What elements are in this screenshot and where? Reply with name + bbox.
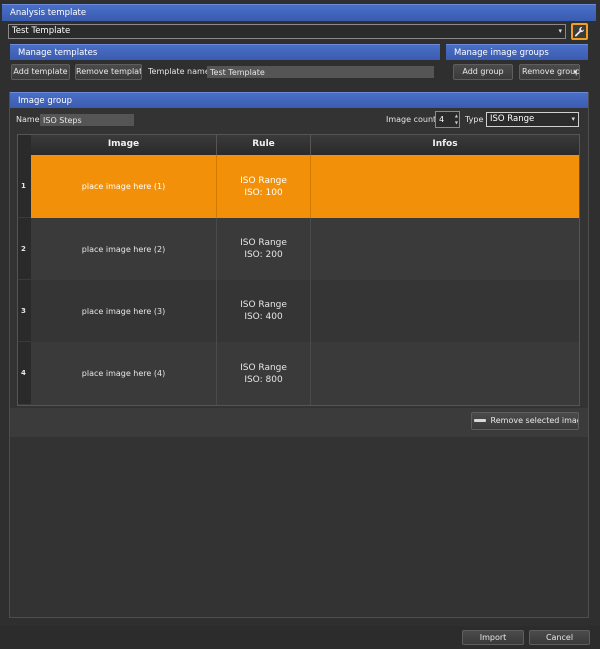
remove-group-button[interactable]: Remove group ▾: [519, 64, 580, 80]
table-row[interactable]: place image here (1) ISO Range ISO: 100: [31, 155, 579, 218]
template-name-input[interactable]: Test Template: [207, 66, 434, 78]
rule-cell[interactable]: ISO Range ISO: 100: [217, 155, 311, 218]
image-cell[interactable]: place image here (4): [31, 342, 217, 405]
template-name-label: Template name: [148, 67, 210, 76]
column-header-image[interactable]: Image: [31, 135, 217, 155]
chevron-down-icon: ▾: [571, 115, 575, 123]
column-header-rule[interactable]: Rule: [217, 135, 311, 155]
row-header[interactable]: 3: [18, 280, 31, 342]
row-header[interactable]: 1: [18, 155, 31, 218]
wrench-icon: [574, 26, 585, 37]
rule-detail: ISO: 200: [244, 250, 283, 260]
image-cell[interactable]: place image here (1): [31, 155, 217, 218]
remove-template-button[interactable]: Remove template: [75, 64, 142, 80]
minus-icon: [474, 419, 486, 422]
template-select[interactable]: Test Template ▾: [8, 24, 566, 39]
rule-type: ISO Range: [240, 238, 287, 248]
add-template-button[interactable]: Add template: [11, 64, 70, 80]
stepper-up-icon[interactable]: ▲: [455, 113, 458, 119]
template-select-value: Test Template: [12, 26, 71, 36]
row-header[interactable]: 4: [18, 342, 31, 405]
manage-templates-title: Manage templates: [18, 48, 98, 58]
image-placeholder-text: place image here (2): [81, 244, 166, 254]
manage-templates-header: Manage templates: [10, 44, 440, 60]
remove-selected-images-button[interactable]: Remove selected images: [471, 412, 579, 430]
cancel-button[interactable]: Cancel: [529, 630, 590, 645]
image-count-label: Image count: [386, 115, 437, 124]
group-name-input[interactable]: ISO Steps: [40, 114, 134, 126]
manage-groups-title: Manage image groups: [454, 48, 549, 58]
infos-cell[interactable]: [311, 155, 579, 218]
table-row[interactable]: place image here (4) ISO Range ISO: 800: [31, 342, 579, 405]
type-label: Type: [465, 115, 484, 124]
image-group-header: Image group: [10, 92, 588, 108]
image-count-value: 4: [439, 115, 445, 124]
table-row[interactable]: place image here (2) ISO Range ISO: 200: [31, 218, 579, 280]
rule-detail: ISO: 400: [244, 312, 283, 322]
image-count-stepper[interactable]: 4 ▲ ▼: [435, 111, 460, 128]
image-placeholder-text: place image here (1): [81, 182, 166, 191]
type-select[interactable]: ISO Range ▾: [486, 112, 579, 127]
table-row[interactable]: place image here (3) ISO Range ISO: 400: [31, 280, 579, 342]
template-settings-button[interactable]: [571, 23, 588, 40]
remove-selected-label: Remove selected images: [490, 416, 578, 425]
image-cell[interactable]: place image here (3): [31, 280, 217, 342]
image-placeholder-text: place image here (3): [81, 306, 166, 316]
row-header[interactable]: 2: [18, 218, 31, 280]
remove-group-label: Remove group: [522, 67, 580, 76]
image-group-title: Image group: [18, 96, 73, 106]
rule-cell[interactable]: ISO Range ISO: 400: [217, 280, 311, 342]
rule-detail: ISO: 800: [244, 374, 283, 385]
rule-cell[interactable]: ISO Range ISO: 800: [217, 342, 311, 405]
rule-detail: ISO: 100: [244, 187, 283, 198]
group-name-label: Name: [16, 115, 40, 124]
analysis-template-title: Analysis template: [10, 8, 87, 18]
stepper-down-icon[interactable]: ▼: [455, 120, 458, 126]
table-corner: [18, 135, 31, 155]
chevron-down-icon: ▾: [558, 27, 562, 35]
rule-type: ISO Range: [240, 300, 287, 310]
rule-cell[interactable]: ISO Range ISO: 200: [217, 218, 311, 280]
analysis-template-header: Analysis template: [2, 4, 596, 21]
image-placeholder-text: place image here (4): [81, 369, 166, 378]
infos-cell[interactable]: [311, 342, 579, 405]
manage-groups-header: Manage image groups: [446, 44, 588, 60]
infos-cell[interactable]: [311, 218, 579, 280]
image-cell[interactable]: place image here (2): [31, 218, 217, 280]
column-header-infos[interactable]: Infos: [311, 135, 579, 155]
rule-type: ISO Range: [240, 362, 287, 373]
infos-cell[interactable]: [311, 280, 579, 342]
import-button[interactable]: Import: [462, 630, 524, 645]
image-table: Image Rule Infos 1 place image here (1) …: [17, 134, 580, 406]
add-group-button[interactable]: Add group: [453, 64, 513, 80]
type-select-value: ISO Range: [490, 114, 535, 124]
rule-type: ISO Range: [240, 175, 287, 186]
chevron-down-icon: ▾: [573, 68, 577, 76]
